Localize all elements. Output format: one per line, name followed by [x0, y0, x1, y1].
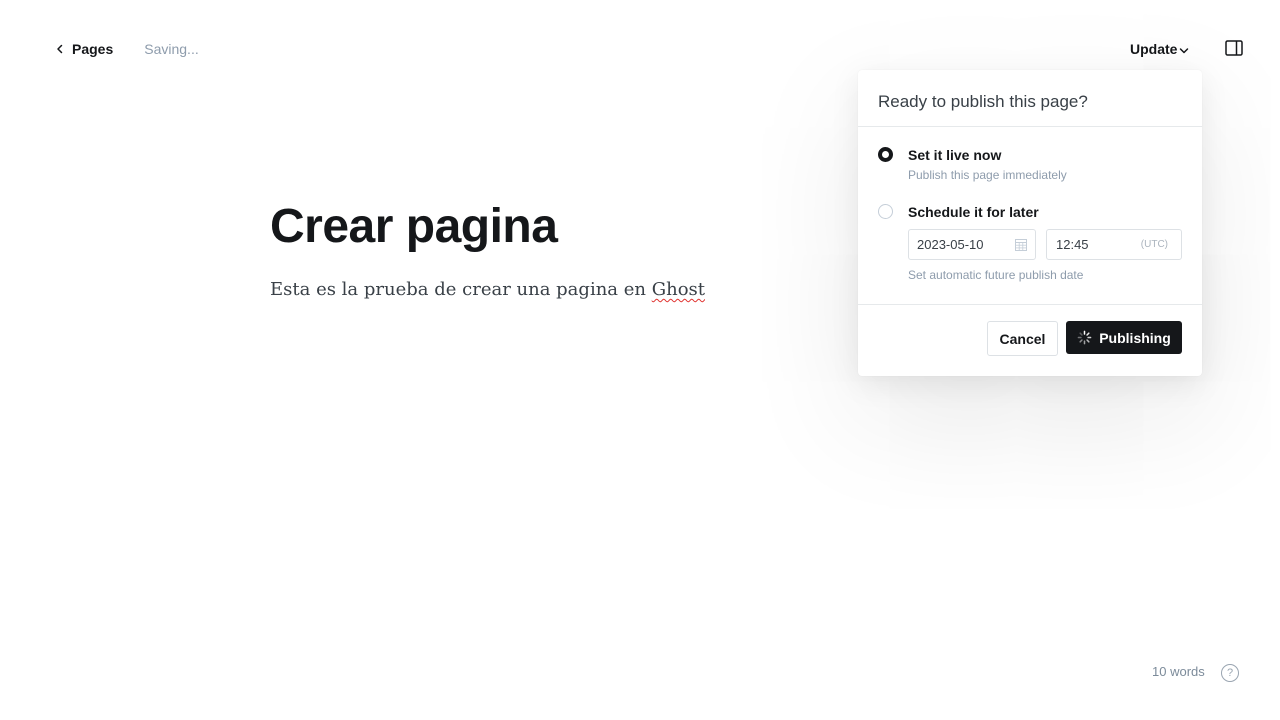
publish-panel-title: Ready to publish this page? [878, 92, 1088, 111]
topbar-left: Pages Saving... [56, 38, 199, 60]
calendar-icon[interactable] [1015, 238, 1027, 251]
schedule-description: Set automatic future publish date [908, 268, 1084, 282]
publish-time-input[interactable]: 12:45 (UTC) [1046, 229, 1182, 260]
back-label: Pages [72, 41, 114, 57]
misspelled-word: Ghost [651, 279, 705, 300]
option-description: Publish this page immediately [908, 168, 1067, 182]
radio-set-live-now[interactable] [878, 147, 893, 162]
option-schedule-later[interactable]: Schedule it for later [878, 204, 1182, 224]
chevron-down-icon [1180, 48, 1189, 54]
panel-divider [858, 304, 1202, 305]
page-title[interactable]: Crear pagina [270, 197, 558, 257]
spinner-icon [1077, 330, 1092, 345]
option-set-live-now[interactable]: Set it live now Publish this page immedi… [878, 147, 1182, 187]
update-label: Update [1130, 41, 1178, 57]
time-value: 12:45 [1056, 237, 1089, 252]
option-label: Schedule it for later [908, 204, 1039, 220]
publish-date-input[interactable]: 2023-05-10 [908, 229, 1036, 260]
back-to-pages-link[interactable]: Pages [56, 41, 113, 57]
publish-panel: Ready to publish this page? Set it live … [858, 70, 1202, 376]
radio-schedule-later[interactable] [878, 204, 893, 219]
body-text-plain: Esta es la prueba de crear una pagina en [270, 279, 652, 300]
date-value: 2023-05-10 [917, 237, 984, 252]
help-glyph: ? [1226, 667, 1234, 679]
publishing-button[interactable]: Publishing [1066, 321, 1182, 354]
cancel-button[interactable]: Cancel [987, 321, 1058, 356]
timezone-label: (UTC) [1140, 239, 1168, 250]
cancel-label: Cancel [999, 330, 1046, 347]
publishing-label: Publishing [1099, 329, 1171, 346]
word-count: 10 words [1152, 664, 1205, 679]
option-label: Set it live now [908, 147, 1002, 163]
page-body-text[interactable]: Esta es la prueba de crear una pagina en… [270, 276, 705, 304]
chevron-left-icon [57, 44, 63, 54]
update-button[interactable]: Update [1130, 38, 1189, 60]
help-icon[interactable]: ? [1221, 664, 1239, 682]
publish-panel-header: Ready to publish this page? [858, 70, 1202, 127]
sidebar-toggle-icon[interactable] [1225, 40, 1243, 56]
save-status: Saving... [144, 41, 199, 57]
